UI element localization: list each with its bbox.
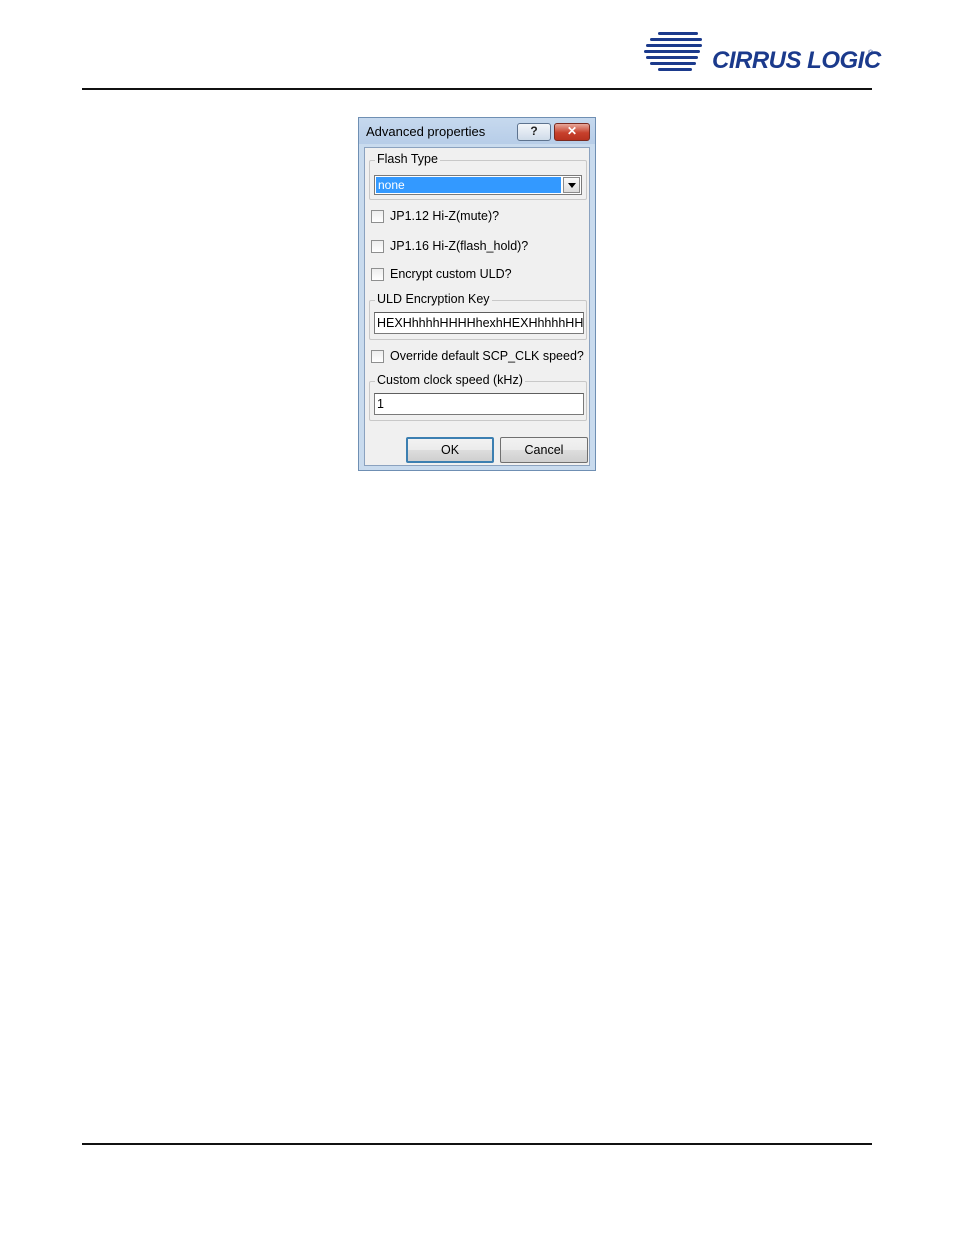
advanced-properties-dialog: Advanced properties ? ✕ Flash Type none … bbox=[358, 117, 596, 471]
encrypt-uld-label: Encrypt custom ULD? bbox=[390, 267, 512, 281]
flash-type-group: Flash Type none bbox=[369, 152, 587, 200]
encrypt-uld-checkbox[interactable] bbox=[371, 268, 384, 281]
footer-rule bbox=[82, 1143, 872, 1145]
custom-clock-input[interactable]: 1 bbox=[374, 393, 584, 415]
header-rule bbox=[82, 88, 872, 90]
cancel-button[interactable]: Cancel bbox=[500, 437, 588, 463]
logo-swoosh-icon bbox=[644, 32, 702, 71]
override-clock-label: Override default SCP_CLK speed? bbox=[390, 349, 584, 363]
jp112-checkbox[interactable] bbox=[371, 210, 384, 223]
close-icon: ✕ bbox=[566, 124, 578, 138]
uld-key-group: ULD Encryption Key HEXHhhhhHHHHhexhHEXHh… bbox=[369, 292, 587, 340]
help-icon: ? bbox=[530, 124, 538, 138]
chevron-down-icon[interactable] bbox=[563, 177, 580, 193]
custom-clock-value: 1 bbox=[377, 397, 384, 411]
jp112-label: JP1.12 Hi-Z(mute)? bbox=[390, 209, 500, 223]
dialog-titlebar[interactable]: Advanced properties ? ✕ bbox=[359, 118, 595, 146]
custom-clock-label: Custom clock speed (kHz) bbox=[375, 373, 525, 387]
uld-key-label: ULD Encryption Key bbox=[375, 292, 492, 306]
cirrus-logic-logo: CIRRUS LOGIC ® bbox=[640, 30, 881, 80]
logo-text: CIRRUS LOGIC bbox=[712, 47, 881, 74]
help-button[interactable]: ? bbox=[517, 123, 551, 141]
uld-key-value: HEXHhhhhHHHHhexhHEXHhhhhHHHH bbox=[377, 316, 584, 330]
jp116-label: JP1.16 Hi-Z(flash_hold)? bbox=[390, 239, 529, 253]
uld-key-input[interactable]: HEXHhhhhHHHHhexhHEXHhhhhHHHH bbox=[374, 312, 584, 334]
custom-clock-group: Custom clock speed (kHz) 1 bbox=[369, 373, 587, 421]
ok-button[interactable]: OK bbox=[406, 437, 494, 463]
flash-type-value: none bbox=[376, 177, 561, 193]
registered-mark: ® bbox=[868, 50, 874, 57]
flash-type-select[interactable]: none bbox=[374, 175, 582, 195]
dialog-title: Advanced properties bbox=[366, 124, 486, 139]
close-button[interactable]: ✕ bbox=[554, 123, 590, 141]
flash-type-label: Flash Type bbox=[375, 152, 440, 166]
override-clock-checkbox[interactable] bbox=[371, 350, 384, 363]
dialog-client-area: Flash Type none JP1.12 Hi-Z(mute)? JP1.1… bbox=[364, 147, 590, 466]
jp116-checkbox[interactable] bbox=[371, 240, 384, 253]
